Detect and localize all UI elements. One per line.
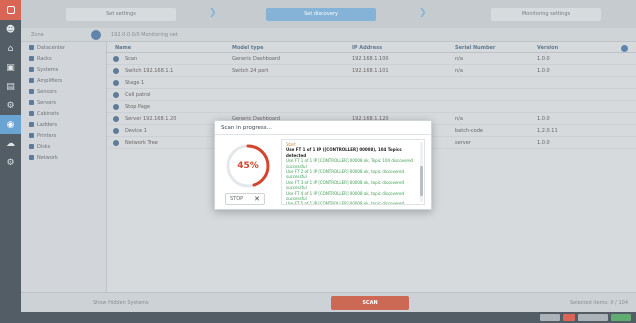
log-line: Use FT 1 of 1 IP [CONTROLLER] 00008 ok, … <box>286 158 414 169</box>
stop-label: STOP <box>230 196 244 202</box>
stop-button[interactable]: STOP ✕ <box>225 193 265 205</box>
dialog-title: Scan in progress... <box>215 121 431 135</box>
log-line: Use FT 3 of 1 IP [CONTROLLER] 00008 ok, … <box>286 179 404 191</box>
log-line: Use FT 1 of 1 IP ([CONTROLLER] 00008), 1… <box>286 147 402 158</box>
log-scrollbar[interactable] <box>420 142 423 202</box>
scan-log[interactable]: Start Use FT 1 of 1 IP ([CONTROLLER] 0000… <box>281 139 425 205</box>
close-icon: ✕ <box>254 195 260 203</box>
log-line: Use FT 2 of 1 IP [CONTROLLER] 00008 ok, … <box>286 169 404 180</box>
progress-ring: 45% <box>223 141 273 191</box>
log-line: Use FT 4 of 1 IP [CONTROLLER] 00008 ok, … <box>286 190 404 202</box>
log-line: Use FT 5 of 1 IP [CONTROLLER] 00008 ok, … <box>286 201 404 205</box>
progress-percent: 45% <box>237 161 259 171</box>
scan-progress-dialog: Scan in progress... 45% STOP ✕ Start Use … <box>214 120 432 210</box>
